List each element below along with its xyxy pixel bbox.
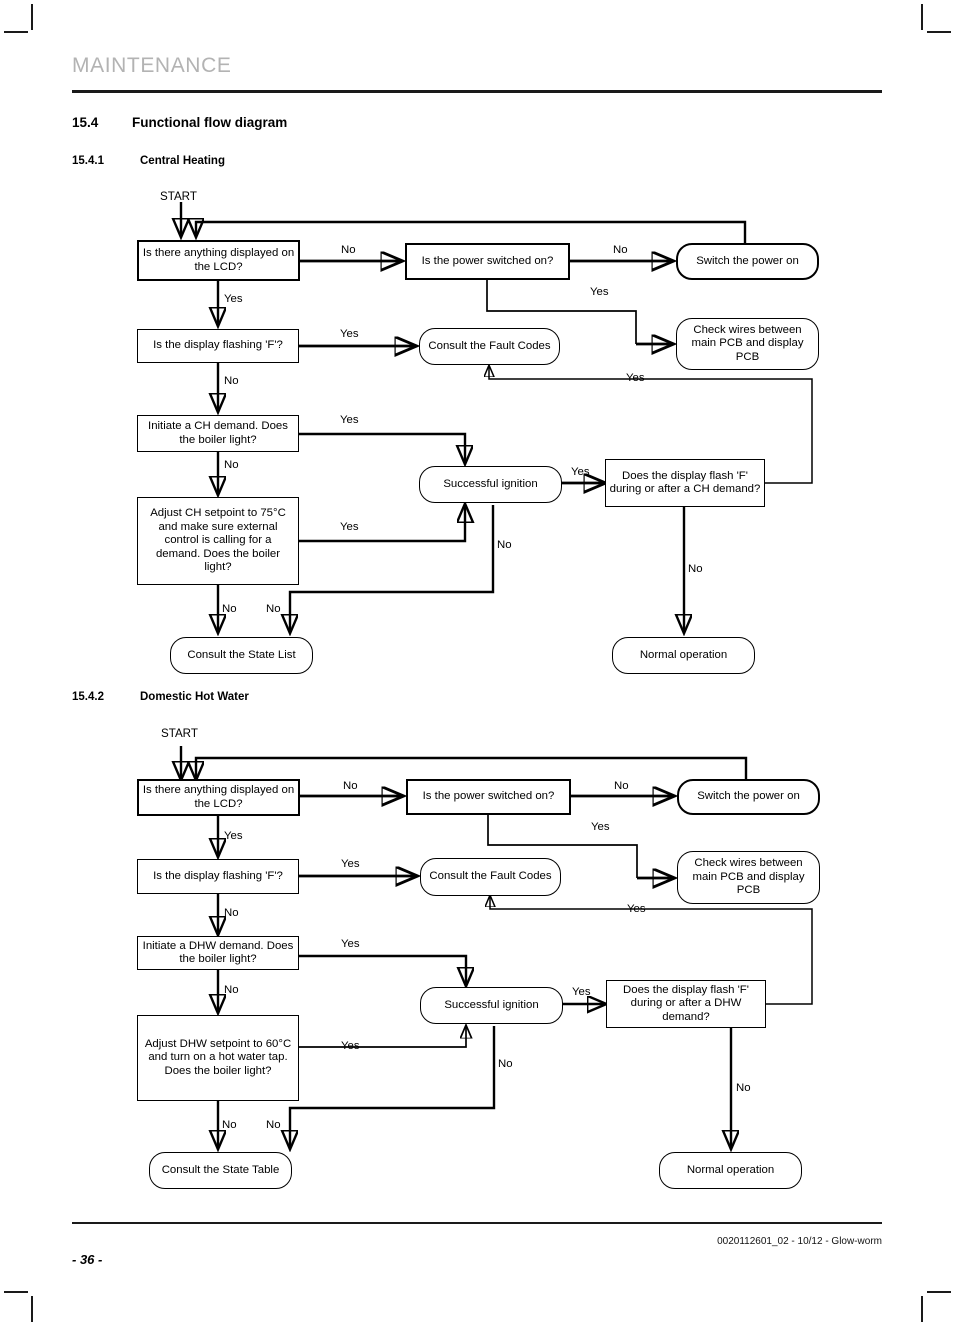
crop-mark-bottom-right-h [927, 1291, 951, 1293]
crop-mark-bottom-left-h [4, 1291, 28, 1293]
flow-dhw-node-initiate-demand[interactable]: Initiate a DHW demand. Does the boiler l… [137, 936, 299, 970]
crop-mark-bottom-right-v [921, 1296, 923, 1322]
flow-dhw-node-successful-ignition[interactable]: Successful ignition [420, 987, 563, 1024]
flow-dhw-label-flash-demand-no: No [736, 1082, 751, 1094]
flow-dhw-node-normal-operation[interactable]: Normal operation [659, 1152, 802, 1189]
flow-dhw-label-wires-yes: Yes [627, 903, 646, 915]
document-page: MAINTENANCE 15.4 Functional flow diagram… [0, 0, 954, 1324]
flow-dhw-label-initiate-yes: Yes [341, 938, 360, 950]
flow-dhw-label-power-yes: Yes [591, 821, 610, 833]
flow-dhw-label-ignition-no: No [498, 1058, 513, 1070]
flow-dhw-node-power-switched[interactable]: Is the power switched on? [406, 779, 571, 815]
flow-diagram-domestic-hot-water: START Is there anything displayed on the… [0, 0, 954, 1230]
flow-dhw-node-display-flashing-f[interactable]: Is the display flashing 'F'? [137, 859, 299, 894]
flow-dhw-node-fault-codes[interactable]: Consult the Fault Codes [420, 858, 561, 896]
flow-dhw-label-power-no: No [614, 780, 629, 792]
document-reference: 0020112601_02 - 10/12 - Glow-worm [717, 1236, 882, 1247]
flow-dhw-node-state-table[interactable]: Consult the State Table [149, 1152, 292, 1189]
flow-dhw-label-flashing-no: No [224, 907, 239, 919]
flow-dhw-label-loop-no: No [266, 1119, 281, 1131]
page-number: - 36 - [72, 1252, 103, 1267]
footer-rule [72, 1222, 882, 1224]
flow-dhw-label-initiate-no: No [224, 984, 239, 996]
flow-dhw-label-lcd-no: No [343, 780, 358, 792]
flow-dhw-label-flashing-yes: Yes [341, 858, 360, 870]
flow-dhw-node-lcd-display[interactable]: Is there anything displayed on the LCD? [137, 779, 300, 816]
flow-dhw-start-label: START [161, 727, 198, 740]
flow-dhw-node-check-wires[interactable]: Check wires between main PCB and display… [677, 851, 820, 904]
crop-mark-bottom-left-v [31, 1296, 33, 1322]
flow-dhw-node-adjust-setpoint[interactable]: Adjust DHW setpoint to 60°C and turn on … [137, 1015, 299, 1101]
flow-dhw-label-ignition-yes: Yes [572, 986, 591, 998]
flow-dhw-node-flash-f-demand[interactable]: Does the display flash 'F' during or aft… [606, 980, 766, 1028]
flow-dhw-label-adjust-yes: Yes [341, 1040, 360, 1052]
flow-dhw-label-lcd-yes: Yes [224, 830, 243, 842]
flow-dhw-node-switch-power[interactable]: Switch the power on [677, 779, 820, 815]
flow-dhw-label-adjust-no: No [222, 1119, 237, 1131]
